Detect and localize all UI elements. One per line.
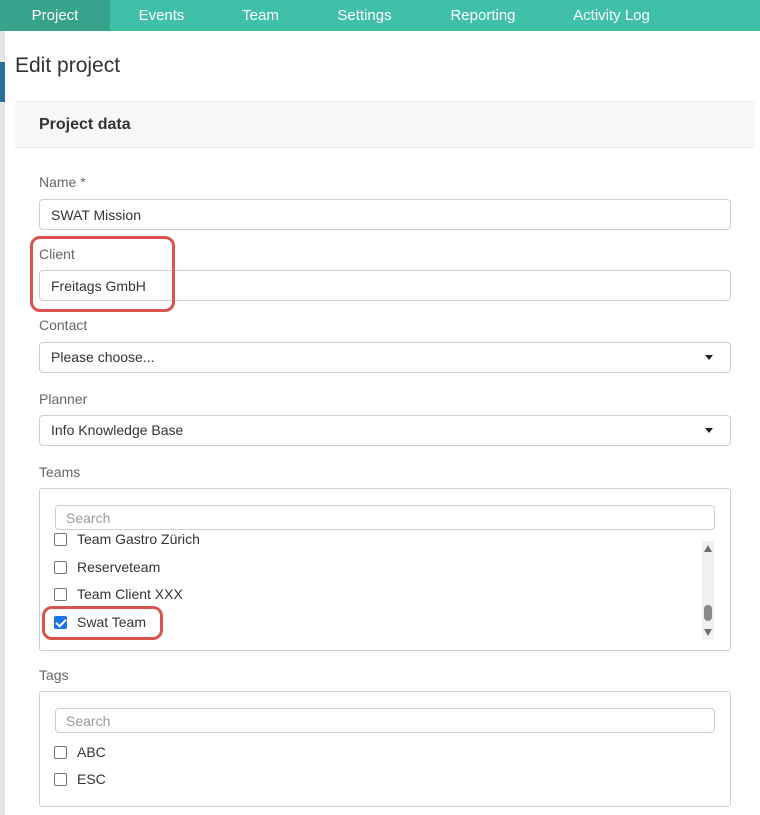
tab-events[interactable]: Events	[110, 0, 213, 31]
list-item[interactable]: Team Client XXX	[54, 586, 183, 602]
contact-select-value: Please choose...	[51, 349, 155, 365]
chevron-down-icon	[705, 428, 713, 433]
planner-label: Planner	[39, 391, 88, 407]
list-item-label: Team Client XXX	[77, 586, 183, 602]
left-edge-accent	[0, 62, 5, 102]
scrollbar-thumb[interactable]	[704, 605, 712, 621]
tab-reporting[interactable]: Reporting	[421, 0, 545, 31]
tags-label: Tags	[39, 667, 69, 683]
name-input[interactable]	[39, 199, 731, 230]
top-nav: Project Events Team Settings Reporting A…	[0, 0, 760, 31]
tab-activity-log[interactable]: Activity Log	[545, 0, 678, 31]
swat-team-highlight	[42, 606, 163, 640]
list-item-label: Reserveteam	[77, 559, 161, 575]
chevron-down-icon	[705, 355, 713, 360]
list-item[interactable]: Reserveteam	[54, 559, 160, 575]
client-highlight	[30, 236, 175, 312]
tab-settings[interactable]: Settings	[308, 0, 421, 31]
teams-scrollbar[interactable]	[702, 541, 714, 639]
checkbox[interactable]	[54, 745, 67, 759]
teams-search-input[interactable]	[55, 505, 715, 530]
scroll-up-icon[interactable]	[704, 545, 712, 552]
contact-label: Contact	[39, 317, 88, 333]
list-item[interactable]: Team Gastro Zürich	[54, 533, 200, 547]
tab-team[interactable]: Team	[213, 0, 308, 31]
list-item-label: ABC	[77, 744, 106, 760]
left-edge-strip	[0, 0, 5, 815]
checkbox[interactable]	[54, 772, 67, 786]
planner-select-value: Info Knowledge Base	[51, 422, 184, 438]
name-label: Name *	[39, 174, 86, 190]
teams-label: Teams	[39, 464, 81, 480]
tab-project[interactable]: Project	[0, 0, 110, 31]
planner-select[interactable]: Info Knowledge Base	[39, 415, 731, 446]
page-title: Edit project	[15, 54, 121, 77]
checkbox[interactable]	[54, 587, 67, 601]
checkbox[interactable]	[54, 533, 67, 546]
list-item[interactable]: ABC	[54, 744, 106, 760]
contact-select[interactable]: Please choose...	[39, 342, 731, 373]
checkbox[interactable]	[54, 560, 67, 574]
tags-search-input[interactable]	[55, 708, 715, 733]
list-item-label: ESC	[77, 771, 106, 787]
panel-header: Project data	[15, 101, 755, 148]
scroll-down-icon[interactable]	[704, 629, 712, 636]
panel-title: Project data	[39, 116, 131, 133]
list-item[interactable]: ESC	[54, 771, 106, 787]
list-item-label: Team Gastro Zürich	[77, 533, 200, 547]
